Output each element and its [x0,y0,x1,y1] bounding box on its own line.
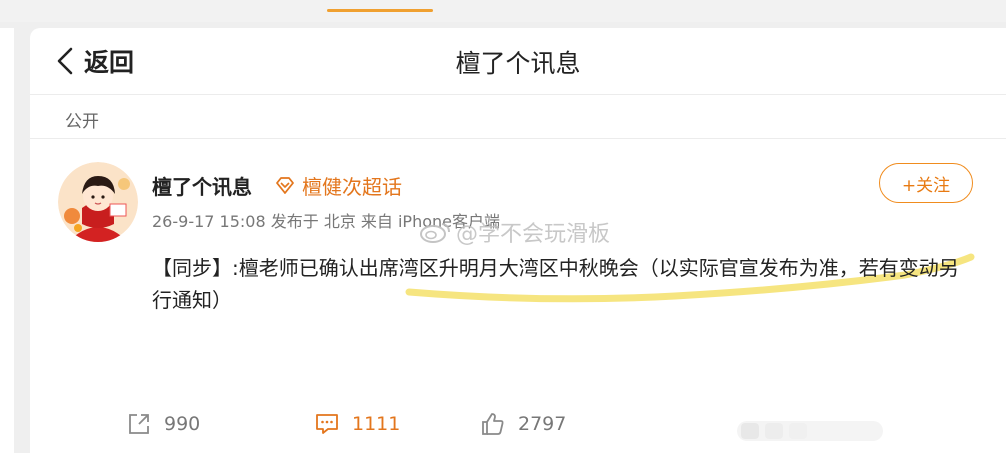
like-icon [482,413,504,435]
supertopic-diamond-icon [276,176,294,194]
page-title: 檀了个讯息 [455,49,581,78]
author-name[interactable]: 檀了个讯息 [152,171,252,200]
visibility-label: 公开 [65,112,99,132]
comment-count: 1111 [352,413,401,435]
weibo-logo-icon [420,223,450,243]
share-count: 990 [164,413,201,435]
supertopic-link[interactable]: 檀健次超话 [274,171,402,200]
post-detail-card: 返回 檀了个讯息 公开 檀了个讯息 檀健次超话 26-9-17 15:08 发布… [30,28,1006,453]
share-icon [129,414,149,434]
action-bar: 990 1111 2797 [30,411,1006,451]
nav-bar: 返回 檀了个讯息 [30,28,1006,94]
watermark-text: @学不会玩滑板 [456,222,611,247]
avatar[interactable] [58,162,138,242]
follow-button[interactable]: +关注 [879,163,973,203]
watermark: @学不会玩滑板 [418,216,610,248]
like-count: 2797 [518,413,567,435]
like-button[interactable]: 2797 [480,411,566,437]
left-panel-edge [0,28,14,453]
post-body: 【同步】:檀老师已确认出席湾区升明月大湾区中秋晚会（以实际官宣发布为准，若有变动… [152,256,959,312]
scroll-fade-indicator [737,421,883,441]
section-divider [30,138,1006,139]
supertopic-label: 檀健次超话 [302,175,402,199]
comment-icon [316,414,338,434]
share-button[interactable]: 990 [126,411,200,437]
top-tab-bar [0,0,1006,22]
comment-button[interactable]: 1111 [314,411,400,437]
nav-divider [30,94,1006,95]
active-tab-indicator [327,9,433,12]
